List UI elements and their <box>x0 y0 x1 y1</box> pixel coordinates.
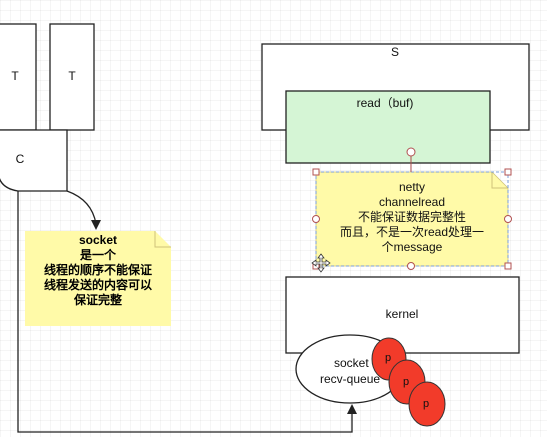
client-to-note-arrow <box>66 190 97 225</box>
recv-queue-line: recv-queue <box>320 372 381 386</box>
netty-note-line: 个message <box>381 240 443 254</box>
client-label: C <box>15 152 25 166</box>
socket-note-line: 线程发送的内容可以 <box>43 278 152 292</box>
socket-note-line: socket <box>78 233 118 247</box>
socket-note-line: 是一个 <box>79 248 116 262</box>
recv-queue-arrowhead <box>347 404 357 414</box>
read-label: read（buf) <box>356 96 414 110</box>
packet-label-2: p <box>403 376 410 388</box>
socket-note-text: socket 是一个 线程的顺序不能保证 线程发送的内容可以 保证完整 <box>25 231 171 326</box>
resize-handle-se[interactable] <box>504 262 512 270</box>
packet-label-1: p <box>385 352 392 364</box>
resize-handle-nw[interactable] <box>312 168 320 176</box>
server-label: S <box>390 45 399 59</box>
thread-label-left: T <box>11 69 19 83</box>
socket-note-line: 线程的顺序不能保证 <box>43 263 152 277</box>
resize-handle-ne[interactable] <box>504 168 512 176</box>
netty-note-text: netty channelread 不能保证数据完整性 而且，不是一次read处… <box>316 180 508 255</box>
netty-note-line: netty <box>398 180 425 194</box>
netty-note-line: 而且，不是一次read处理一 <box>339 225 485 239</box>
rotate-handle[interactable] <box>406 147 416 157</box>
socket-note-line: 保证完整 <box>73 293 122 307</box>
kernel-label: kernel <box>385 307 419 321</box>
resize-handle-s[interactable] <box>407 262 415 270</box>
netty-note-line: channelread <box>378 195 446 209</box>
thread-label-right: T <box>68 69 76 83</box>
client-arrowhead <box>91 220 101 230</box>
netty-note-line: 不能保证数据完整性 <box>357 210 466 224</box>
packet-label-3: p <box>423 398 430 410</box>
